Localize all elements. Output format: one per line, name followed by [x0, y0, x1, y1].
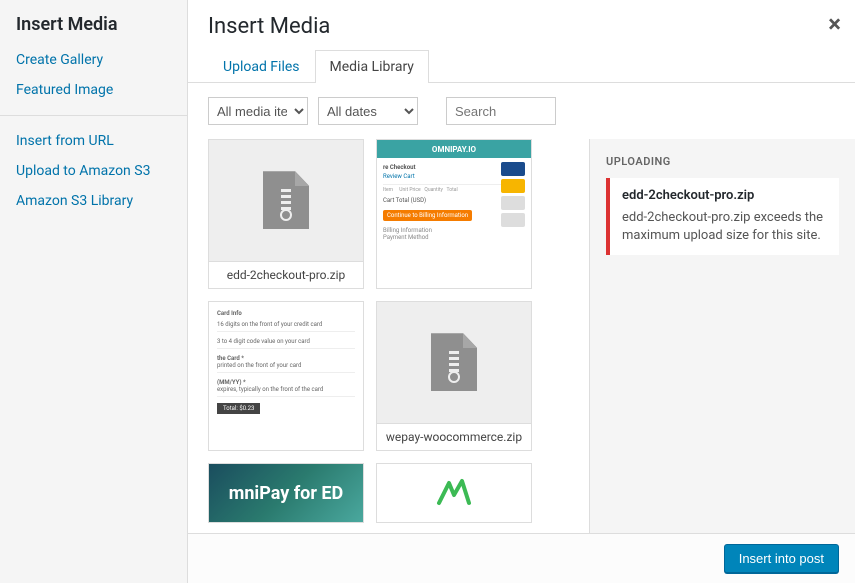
screenshot-thumb: Card Info 16 digits on the front of your…	[209, 302, 363, 450]
sidebar-featured-image[interactable]: Featured Image	[0, 75, 187, 105]
zip-icon	[209, 140, 363, 261]
attachment-details: UPLOADING edd-2checkout-pro.zip edd-2che…	[589, 139, 855, 533]
media-menu-sidebar: Insert Media Create Gallery Featured Ima…	[0, 0, 188, 583]
screenshot-thumb: OMNIPAY.IO re Checkout Review Cart Item …	[377, 140, 531, 288]
upload-filename: edd-2checkout-pro.zip	[622, 188, 827, 203]
media-grid: edd-2checkout-pro.zip OMNIPAY.IO re Chec…	[208, 139, 579, 523]
main-panel: Insert Media × Upload Files Media Librar…	[188, 0, 855, 583]
tab-media-library[interactable]: Media Library	[315, 50, 429, 83]
attachment-tile[interactable]: wepay-woocommerce.zip	[376, 301, 532, 451]
filter-date[interactable]: All dates	[318, 97, 418, 125]
sidebar-insert-from-url[interactable]: Insert from URL	[0, 126, 187, 156]
attachment-tile[interactable]	[376, 463, 532, 523]
attachment-tile[interactable]: mniPay for ED	[208, 463, 364, 523]
sidebar-create-gallery[interactable]: Create Gallery	[0, 45, 187, 75]
tile-caption: edd-2checkout-pro.zip	[209, 261, 363, 288]
sidebar-divider	[0, 115, 187, 116]
zip-icon	[377, 302, 531, 423]
attachment-tile[interactable]: edd-2checkout-pro.zip	[208, 139, 364, 289]
uploading-heading: UPLOADING	[606, 155, 839, 168]
upload-error-message: edd-2checkout-pro.zip exceeds the maximu…	[622, 209, 827, 245]
modal-title: Insert Media	[208, 14, 835, 39]
sidebar-s3-library[interactable]: Amazon S3 Library	[0, 186, 187, 216]
banner-thumb: mniPay for ED	[209, 464, 363, 522]
upload-error-box: edd-2checkout-pro.zip edd-2checkout-pro.…	[606, 178, 839, 255]
search-input[interactable]	[446, 97, 556, 125]
tab-upload-files[interactable]: Upload Files	[208, 50, 315, 83]
attachment-tile[interactable]: Card Info 16 digits on the front of your…	[208, 301, 364, 451]
tile-caption: wepay-woocommerce.zip	[377, 423, 531, 450]
close-icon[interactable]: ×	[828, 10, 841, 38]
logo-thumb	[377, 464, 531, 522]
sidebar-heading: Insert Media	[0, 14, 187, 45]
attachment-tile[interactable]: OMNIPAY.IO re Checkout Review Cart Item …	[376, 139, 532, 289]
sidebar-upload-s3[interactable]: Upload to Amazon S3	[0, 156, 187, 186]
media-toolbar: All media items All dates	[188, 83, 855, 139]
modal-footer: Insert into post	[188, 533, 855, 583]
insert-into-post-button[interactable]: Insert into post	[724, 544, 839, 573]
media-grid-scroll[interactable]: edd-2checkout-pro.zip OMNIPAY.IO re Chec…	[188, 139, 589, 533]
filter-media-type[interactable]: All media items	[208, 97, 308, 125]
